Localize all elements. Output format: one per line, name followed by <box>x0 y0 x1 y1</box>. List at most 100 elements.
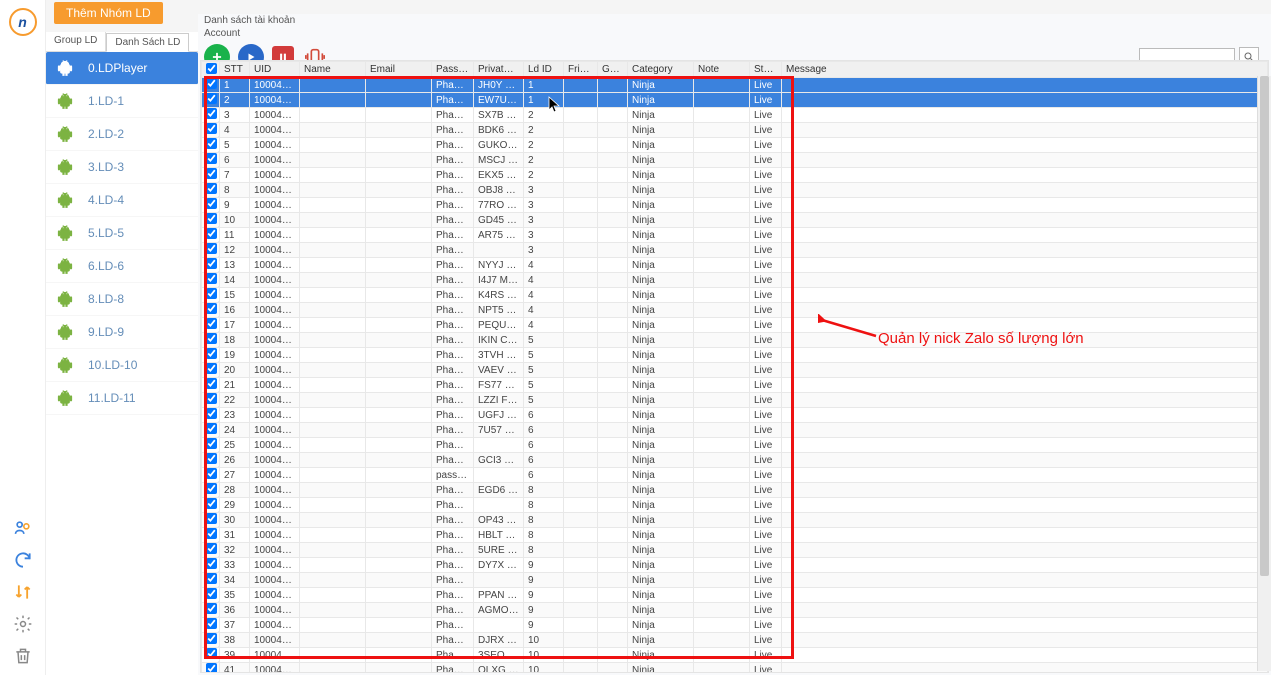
table-row[interactable]: 2100045074...PhamTu...EW7U 4ZV...1NinjaL… <box>202 93 1268 108</box>
table-row[interactable]: 22100045387...PhamTu...LZZI FSQG ...5Nin… <box>202 393 1268 408</box>
row-checkbox[interactable] <box>206 228 217 239</box>
add-ld-group-button[interactable]: Thêm Nhóm LD <box>54 2 163 24</box>
row-checkbox[interactable] <box>206 513 217 524</box>
row-checkbox[interactable] <box>206 153 217 164</box>
ld-item[interactable]: 1.LD-1 <box>46 85 198 118</box>
table-row[interactable]: 14100045252...PhamTu...I4J7 MENS ...4Nin… <box>202 273 1268 288</box>
row-checkbox[interactable] <box>206 663 217 673</box>
column-header[interactable]: Name <box>300 62 366 78</box>
table-row[interactable]: 23100045708...PhamTu...UGFJ EPKA...6Ninj… <box>202 408 1268 423</box>
column-header[interactable]: Friend <box>564 62 598 78</box>
ld-item[interactable]: 11.LD-11 <box>46 382 198 415</box>
row-checkbox[interactable] <box>206 168 217 179</box>
table-row[interactable]: 36100045664...PhamTu...AGMO ZGV...9Ninja… <box>202 603 1268 618</box>
table-row[interactable]: 1100045213...PhamTu...JH0Y DHM...1NinjaL… <box>202 78 1268 93</box>
tab-group-ld[interactable]: Group LD <box>46 32 106 51</box>
column-header[interactable]: STT <box>220 62 250 78</box>
table-row[interactable]: 37100045795...PhamTu...9NinjaLive <box>202 618 1268 633</box>
row-checkbox[interactable] <box>206 93 217 104</box>
row-checkbox[interactable] <box>206 648 217 659</box>
column-header[interactable]: Category <box>628 62 694 78</box>
table-row[interactable]: 9100045133...PhamTu...77RO EOQ...3NinjaL… <box>202 198 1268 213</box>
tab-list-ld[interactable]: Danh Sách LD <box>106 33 189 52</box>
table-row[interactable]: 41100045530...PhamTu...QLXG F6M ...10Nin… <box>202 663 1268 674</box>
column-header[interactable]: Status <box>750 62 782 78</box>
row-checkbox[interactable] <box>206 618 217 629</box>
ld-item[interactable]: 5.LD-5 <box>46 217 198 250</box>
column-header[interactable]: Message <box>782 62 1268 78</box>
ld-item[interactable]: 3.LD-3 <box>46 151 198 184</box>
table-row[interactable]: 6100044923...PhamTu...MSCJ GT6L...2Ninja… <box>202 153 1268 168</box>
select-all-checkbox[interactable] <box>206 63 217 74</box>
row-checkbox[interactable] <box>206 213 217 224</box>
table-row[interactable]: 10100045418...PhamTu...GD45 Q6M...3Ninja… <box>202 213 1268 228</box>
row-checkbox[interactable] <box>206 438 217 449</box>
table-row[interactable]: 12100044942...PhamTu...3NinjaLive <box>202 243 1268 258</box>
row-checkbox[interactable] <box>206 393 217 404</box>
row-checkbox[interactable] <box>206 543 217 554</box>
trash-icon[interactable] <box>12 645 34 667</box>
table-row[interactable]: 28100045532...PhamTu...EGD6 KDR...8Ninja… <box>202 483 1268 498</box>
row-checkbox[interactable] <box>206 573 217 584</box>
table-row[interactable]: 4100045242...PhamTu...BDK6 NZ3J...2Ninja… <box>202 123 1268 138</box>
table-row[interactable]: 26100045414...PhamTu...GCI3 ZPJB ...6Nin… <box>202 453 1268 468</box>
row-checkbox[interactable] <box>206 363 217 374</box>
ld-item[interactable]: 8.LD-8 <box>46 283 198 316</box>
column-header[interactable] <box>202 62 220 78</box>
row-checkbox[interactable] <box>206 453 217 464</box>
row-checkbox[interactable] <box>206 183 217 194</box>
row-checkbox[interactable] <box>206 558 217 569</box>
ld-item[interactable]: 2.LD-2 <box>46 118 198 151</box>
table-row[interactable]: 17100045116...PhamTu...PEQU BRX...4Ninja… <box>202 318 1268 333</box>
row-checkbox[interactable] <box>206 138 217 149</box>
table-row[interactable]: 25100045263...PhamTu...6NinjaLive <box>202 438 1268 453</box>
row-checkbox[interactable] <box>206 528 217 539</box>
row-checkbox[interactable] <box>206 273 217 284</box>
settings-icon[interactable] <box>12 613 34 635</box>
row-checkbox[interactable] <box>206 123 217 134</box>
table-row[interactable]: 29100045664...PhamTu...8NinjaLive <box>202 498 1268 513</box>
ld-item[interactable]: 6.LD-6 <box>46 250 198 283</box>
row-checkbox[interactable] <box>206 408 217 419</box>
row-checkbox[interactable] <box>206 633 217 644</box>
table-row[interactable]: 18100045381...PhamTu...IKIN CH6G ...5Nin… <box>202 333 1268 348</box>
row-checkbox[interactable] <box>206 108 217 119</box>
table-row[interactable]: 20100045194...PhamTu...VAEV ED2...5Ninja… <box>202 363 1268 378</box>
users-icon[interactable] <box>12 517 34 539</box>
table-row[interactable]: 30100045463...PhamTu...OP43 JMW...8Ninja… <box>202 513 1268 528</box>
table-row[interactable]: 24100045349...PhamTu...7U57 OCW ...6Ninj… <box>202 423 1268 438</box>
table-row[interactable]: 27100045203...passcua...6NinjaLive <box>202 468 1268 483</box>
row-checkbox[interactable] <box>206 603 217 614</box>
row-checkbox[interactable] <box>206 318 217 329</box>
ld-item[interactable]: 10.LD-10 <box>46 349 198 382</box>
accounts-table-wrap[interactable]: STTUIDNameEmailPasswordPrivateKeyLd IDFr… <box>200 60 1269 673</box>
row-checkbox[interactable] <box>206 588 217 599</box>
table-row[interactable]: 35100045483...PhamTu...PPAN ORR...9Ninja… <box>202 588 1268 603</box>
table-row[interactable]: 32100045501...PhamTu...5URE BEN...8Ninja… <box>202 543 1268 558</box>
ld-item[interactable]: 4.LD-4 <box>46 184 198 217</box>
scrollbar-thumb[interactable] <box>1260 76 1269 576</box>
table-row[interactable]: 8100045163...PhamTu...OBJ8 G3XI ...3Ninj… <box>202 183 1268 198</box>
row-checkbox[interactable] <box>206 498 217 509</box>
row-checkbox[interactable] <box>206 303 217 314</box>
column-header[interactable]: Group <box>598 62 628 78</box>
row-checkbox[interactable] <box>206 198 217 209</box>
table-row[interactable]: 7100044929...PhamTu...EKX5 CL25 ...2Ninj… <box>202 168 1268 183</box>
row-checkbox[interactable] <box>206 258 217 269</box>
sort-icon[interactable] <box>12 581 34 603</box>
ld-item[interactable]: 0.LDPlayer <box>46 52 198 85</box>
table-row[interactable]: 3100045373...PhamTu...SX7B ISIH ...2Ninj… <box>202 108 1268 123</box>
row-checkbox[interactable] <box>206 288 217 299</box>
table-row[interactable]: 34100045659...PhamTu...9NinjaLive <box>202 573 1268 588</box>
table-row[interactable]: 5100045211...PhamTu...GUKO 34Z...2NinjaL… <box>202 138 1268 153</box>
table-row[interactable]: 11100045404...PhamTu...AR75 Z6KU...3Ninj… <box>202 228 1268 243</box>
table-row[interactable]: 31100045840...PhamTu...HBLT Q64...8Ninja… <box>202 528 1268 543</box>
row-checkbox[interactable] <box>206 483 217 494</box>
table-row[interactable]: 19100045203...PhamTu...3TVH NJP...5Ninja… <box>202 348 1268 363</box>
column-header[interactable]: PrivateKey <box>474 62 524 78</box>
table-row[interactable]: 13100045386...PhamTu...NYYJ J4M2...4Ninj… <box>202 258 1268 273</box>
row-checkbox[interactable] <box>206 348 217 359</box>
column-header[interactable]: Ld ID <box>524 62 564 78</box>
row-checkbox[interactable] <box>206 468 217 479</box>
table-row[interactable]: 21100044989...PhamTu...FS77 B20J...5Ninj… <box>202 378 1268 393</box>
